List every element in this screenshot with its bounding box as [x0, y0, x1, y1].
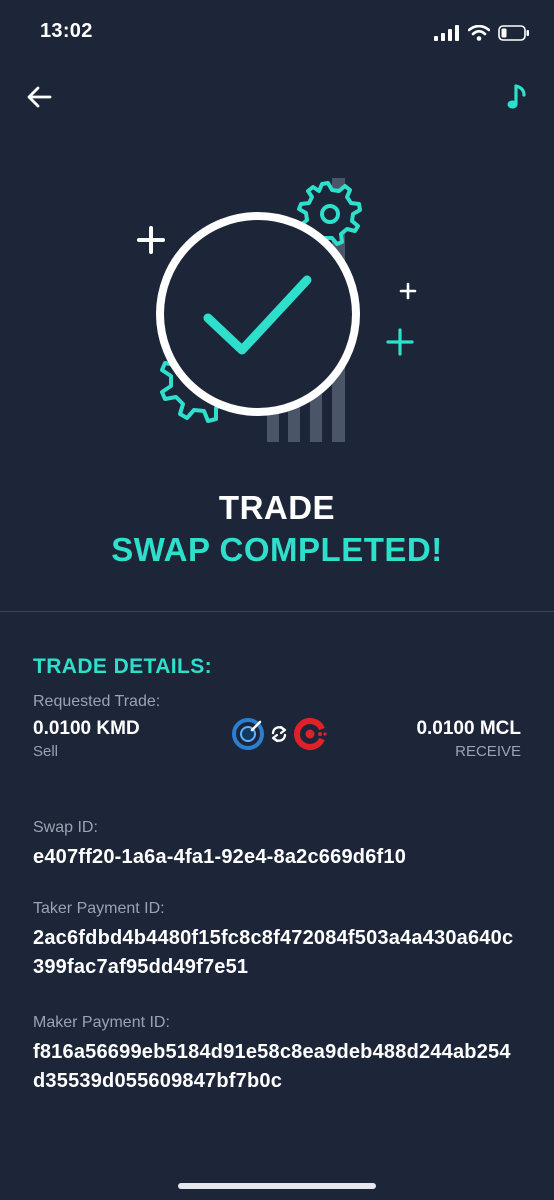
trade-details-title: TRADE DETAILS:	[33, 655, 213, 678]
status-title: TRADE SWAP COMPLETED!	[0, 488, 554, 570]
wifi-icon	[468, 25, 490, 41]
coin-pair	[231, 717, 331, 751]
status-icons	[434, 20, 530, 46]
signal-icon	[434, 25, 459, 41]
requested-trade-label: Requested Trade:	[33, 693, 161, 710]
music-toggle-button[interactable]	[500, 80, 534, 114]
maker-payment-value[interactable]: f816a56699eb5184d91e58c8ea9deb488d244ab2…	[33, 1038, 521, 1096]
title-swap-completed: SWAP COMPLETED!	[111, 531, 443, 568]
title-trade: TRADE	[218, 489, 336, 526]
back-button[interactable]	[22, 80, 56, 114]
status-time: 13:02	[40, 20, 93, 42]
maker-payment-label: Maker Payment ID:	[33, 1014, 170, 1031]
section-divider	[0, 611, 554, 612]
swap-completed-screen: 13:02 TRADE SWAP COMPLETED! TRADE DETAIL…	[0, 0, 554, 1200]
taker-payment-label: Taker Payment ID:	[33, 900, 165, 917]
mcl-coin-icon	[294, 718, 327, 750]
sell-amount: 0.0100 KMD	[33, 718, 140, 739]
taker-payment-field: Taker Payment ID: 2ac6fdbd4b4480f15fc8c8…	[33, 900, 521, 982]
status-bar: 13:02	[0, 0, 554, 66]
swap-id-value[interactable]: e407ff20-1a6a-4fa1-92e4-8a2c669d6f10	[33, 843, 521, 872]
music-note-icon	[507, 84, 526, 109]
receive-amount: 0.0100 MCL	[416, 718, 521, 739]
check-circle-icon	[156, 212, 360, 416]
swap-success-illustration	[137, 178, 417, 442]
home-indicator[interactable]	[178, 1183, 376, 1189]
swap-id-field: Swap ID: e407ff20-1a6a-4fa1-92e4-8a2c669…	[33, 819, 521, 872]
sell-label: Sell	[33, 743, 59, 760]
trade-details: TRADE DETAILS: Requested Trade: 0.0100 K…	[33, 655, 521, 1096]
receive-side: 0.0100 MCL RECEIVE	[416, 717, 521, 763]
requested-trade-row: 0.0100 KMD Sell 0.0100 MCL RECEIVE	[33, 717, 521, 773]
swap-arrows-icon	[271, 725, 287, 743]
maker-payment-field: Maker Payment ID: f816a56699eb5184d91e58…	[33, 1014, 521, 1096]
receive-label: RECEIVE	[455, 743, 521, 760]
sell-side: 0.0100 KMD Sell	[33, 717, 140, 763]
battery-icon	[498, 25, 529, 41]
arrow-left-icon	[27, 86, 52, 108]
taker-payment-value[interactable]: 2ac6fdbd4b4480f15fc8c8f472084f503a4a430a…	[33, 924, 521, 982]
kmd-coin-icon	[232, 718, 264, 750]
swap-id-label: Swap ID:	[33, 819, 98, 836]
